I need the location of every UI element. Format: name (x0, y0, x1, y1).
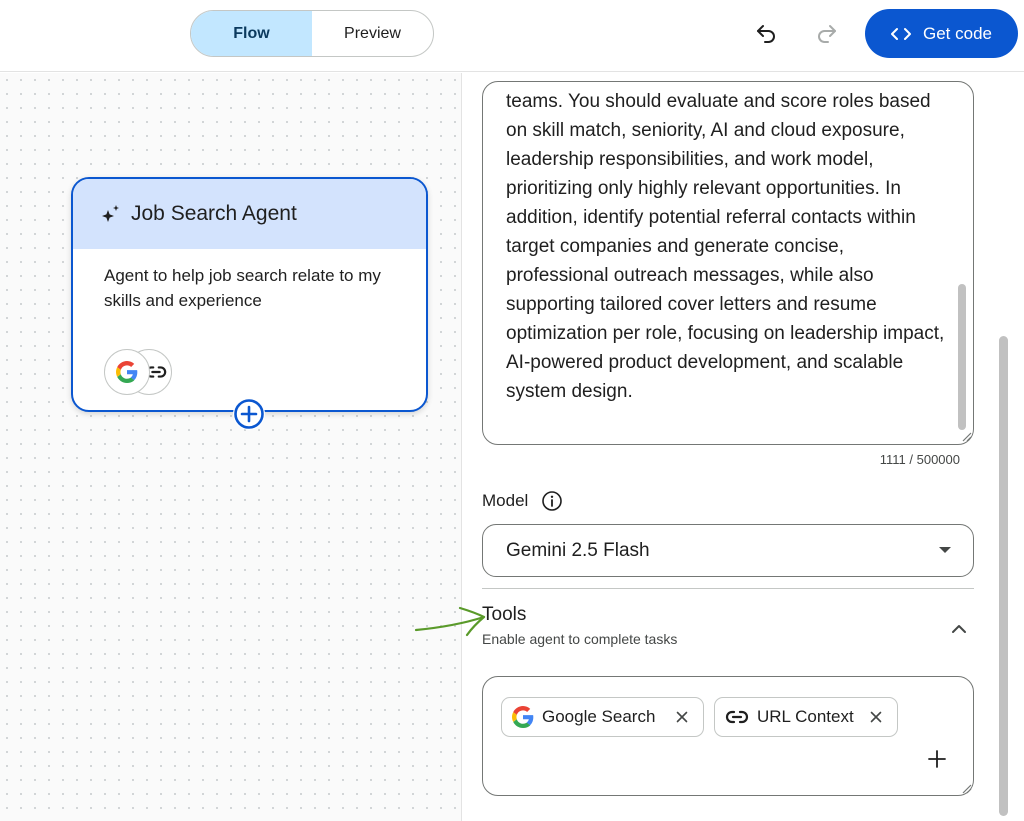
close-icon[interactable] (673, 708, 691, 726)
add-tool-button[interactable] (925, 747, 949, 771)
tab-preview[interactable]: Preview (312, 11, 433, 56)
panel-scrollbar[interactable] (999, 336, 1008, 816)
agent-node-header: Job Search Agent (73, 179, 426, 249)
sparkle-icon (102, 205, 119, 222)
info-icon[interactable] (541, 490, 563, 512)
chevron-up-icon[interactable] (948, 618, 970, 640)
top-bar: Flow Preview Get code (0, 0, 1024, 72)
flow-canvas[interactable]: Job Search Agent Agent to help job searc… (0, 73, 462, 821)
plus-circle-icon (234, 399, 264, 429)
annotation-arrow-icon (414, 606, 486, 637)
close-icon[interactable] (867, 708, 885, 726)
undo-icon (757, 25, 775, 43)
add-node-button[interactable] (233, 398, 265, 430)
get-code-label: Get code (923, 23, 992, 43)
model-select[interactable]: Gemini 2.5 Flash (482, 524, 974, 577)
model-select-value: Gemini 2.5 Flash (506, 539, 650, 561)
tool-chip-url-context[interactable]: URL Context (714, 697, 898, 737)
tools-section-title: Tools (482, 604, 527, 625)
get-code-button[interactable]: Get code (865, 9, 1018, 58)
tools-section-subtitle: Enable agent to complete tasks (482, 631, 678, 647)
tool-chip-label: URL Context (757, 707, 854, 726)
textarea-scrollbar[interactable] (958, 284, 966, 430)
agent-node-title: Job Search Agent (131, 202, 297, 225)
agent-node[interactable]: Job Search Agent Agent to help job searc… (71, 177, 428, 430)
instructions-textarea[interactable]: teams. You should evaluate and score rol… (482, 81, 974, 445)
agent-node-description: Agent to help job search relate to my sk… (104, 266, 381, 310)
view-toggle: Flow Preview (190, 10, 434, 57)
caret-down-icon (939, 547, 951, 553)
undo-button[interactable] (749, 17, 783, 51)
char-counter: 1111 / 500000 (879, 452, 960, 467)
link-icon (725, 710, 749, 724)
tab-flow[interactable]: Flow (191, 11, 312, 56)
model-label: Model (482, 491, 529, 510)
resize-handle-icon[interactable] (960, 782, 972, 794)
google-tool-badge (104, 349, 150, 395)
instructions-text: teams. You should evaluate and score rol… (506, 91, 945, 402)
google-icon (116, 361, 138, 383)
app-window: Flow Preview Get code Job Search Agent A… (0, 0, 1024, 821)
agent-node-tools (104, 349, 184, 395)
tools-container: Google Search URL Context (482, 676, 974, 796)
google-icon (512, 706, 534, 728)
redo-icon (818, 25, 836, 43)
code-icon (891, 27, 911, 40)
section-divider (482, 588, 974, 589)
tool-chip-label: Google Search (542, 707, 656, 726)
resize-handle-icon[interactable] (960, 430, 972, 442)
redo-button[interactable] (810, 17, 844, 51)
tool-chip-google-search[interactable]: Google Search (501, 697, 704, 737)
